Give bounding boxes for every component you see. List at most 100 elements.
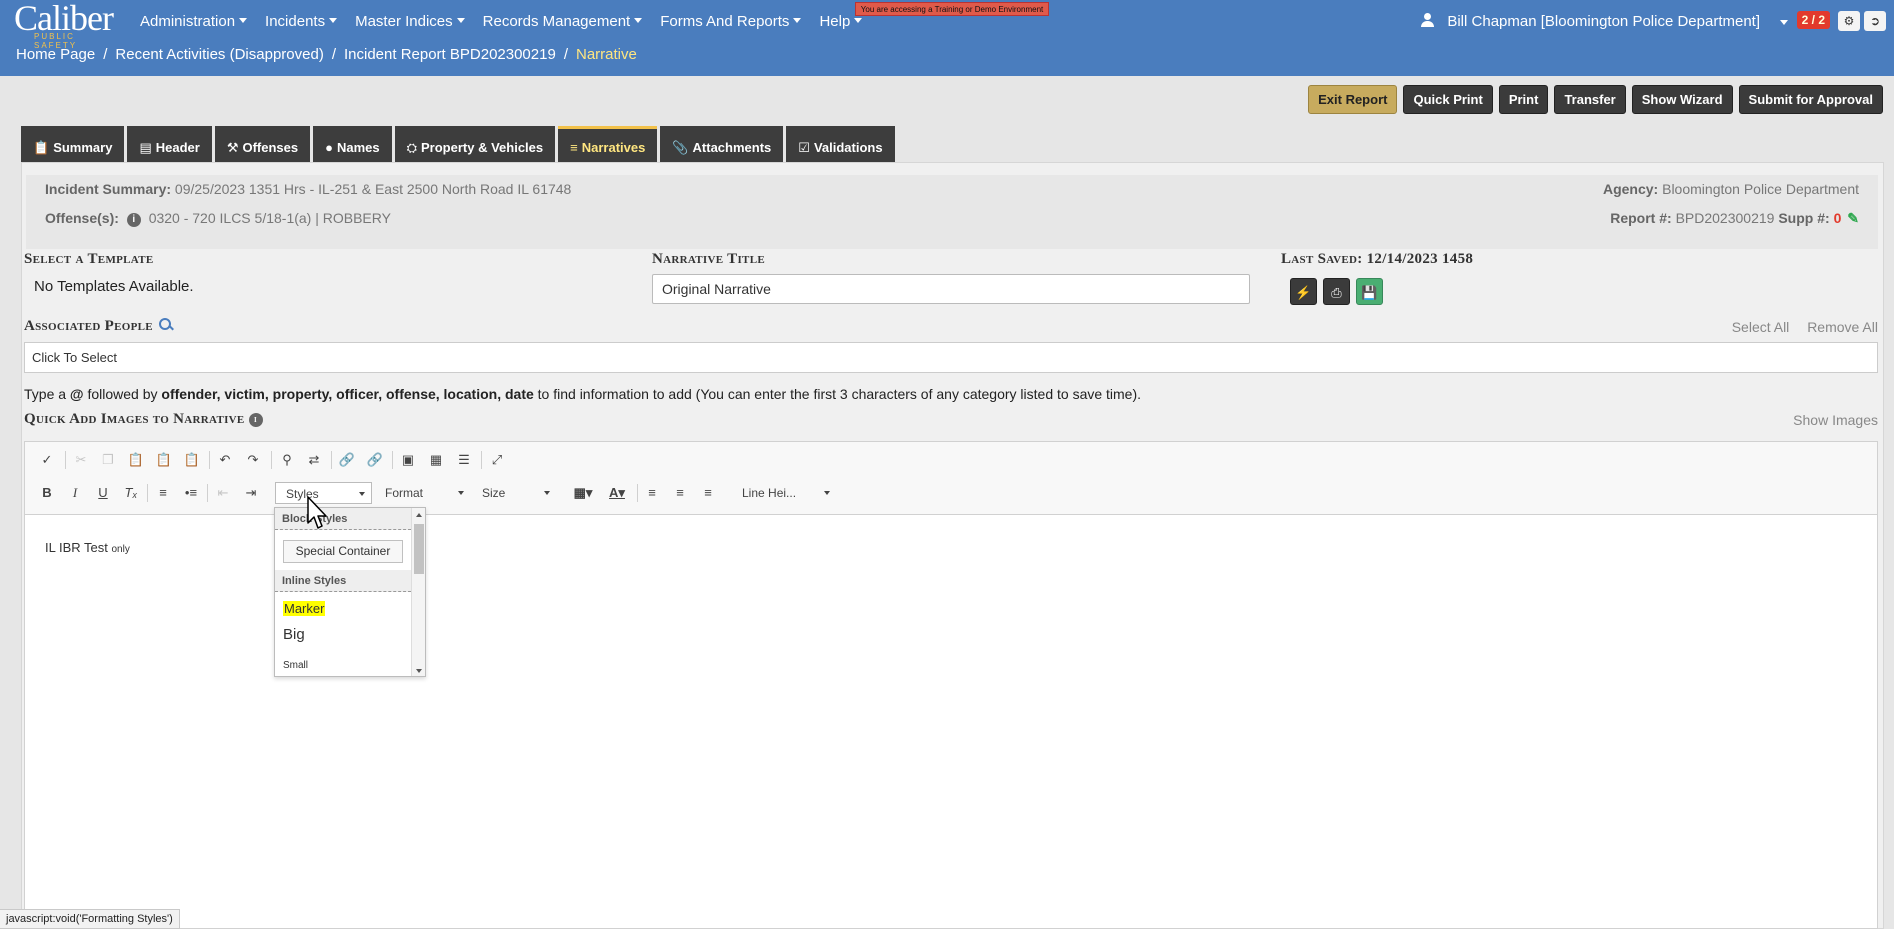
bold-icon[interactable]: B: [37, 483, 57, 503]
last-saved: Last Saved: 12/14/2023 1458: [1281, 251, 1474, 267]
remove-format-icon[interactable]: Tₓ: [121, 483, 141, 503]
print-narrative-icon[interactable]: ⎙: [1323, 278, 1350, 305]
breadcrumb-incident-report[interactable]: Incident Report BPD202300219: [344, 46, 556, 63]
image-icon[interactable]: ▣: [398, 450, 418, 470]
caliber-logo[interactable]: Caliber PUBLIC SAFETY: [14, 0, 120, 50]
remove-all-link[interactable]: Remove All: [1807, 319, 1878, 335]
info-icon[interactable]: i: [126, 213, 141, 227]
text-color-icon[interactable]: A▾: [607, 483, 627, 503]
incident-summary-box: Incident Summary: 09/25/2023 1351 Hrs - …: [26, 175, 1878, 249]
align-right-icon[interactable]: ≡: [698, 483, 718, 503]
browser-status-bar: javascript:void('Formatting Styles'): [0, 909, 180, 929]
scroll-thumb[interactable]: [414, 524, 424, 574]
no-templates-text: No Templates Available.: [34, 278, 194, 295]
nav-administration[interactable]: Administration: [140, 13, 247, 30]
spellcheck-icon[interactable]: ✓: [37, 450, 57, 470]
outdent-icon[interactable]: ⇤: [213, 483, 233, 503]
breadcrumb-home[interactable]: Home Page: [16, 46, 95, 63]
indent-icon[interactable]: ⇥: [241, 483, 261, 503]
incident-summary-value: 09/25/2023 1351 Hrs - IL-251 & East 2500…: [174, 181, 572, 197]
tab-validations[interactable]: ☑ Validations: [786, 126, 895, 162]
exit-report-button[interactable]: Exit Report: [1308, 85, 1398, 114]
associated-people-label: Associated People: [24, 318, 173, 335]
edit-icon[interactable]: ✎: [1847, 210, 1859, 226]
info-icon[interactable]: i: [248, 413, 263, 427]
marker-option[interactable]: Marker: [283, 601, 326, 616]
show-wizard-button[interactable]: Show Wizard: [1631, 85, 1733, 114]
print-button[interactable]: Print: [1498, 85, 1549, 114]
report-number-summary: Report #: BPD202300219 Supp #: 0 ✎: [1610, 210, 1859, 226]
last-saved-value: 12/14/2023 1458: [1366, 251, 1474, 267]
undo-icon[interactable]: ↶: [215, 450, 235, 470]
save-narrative-icon[interactable]: 💾: [1356, 278, 1383, 305]
inline-styles-header: Inline Styles: [275, 570, 411, 592]
align-left-icon[interactable]: ≡: [642, 483, 662, 503]
table-icon[interactable]: ▦: [426, 450, 446, 470]
copy-icon[interactable]: ❐: [98, 450, 118, 470]
nav-records-management[interactable]: Records Management: [483, 13, 643, 30]
user-menu-caret-icon[interactable]: [1780, 20, 1788, 25]
replace-icon[interactable]: ⇄: [304, 450, 324, 470]
user-menu[interactable]: Bill Chapman [Bloomington Police Departm…: [1421, 13, 1760, 30]
search-icon[interactable]: [158, 318, 173, 332]
big-option[interactable]: Big: [283, 626, 305, 643]
line-height-combo[interactable]: Line Hei...: [732, 482, 836, 504]
nav-incidents[interactable]: Incidents: [265, 13, 337, 30]
logout-icon[interactable]: ➲: [1864, 11, 1886, 31]
editor-content[interactable]: IL IBR Test only: [45, 540, 130, 555]
italic-icon[interactable]: I: [65, 483, 85, 503]
tab-header[interactable]: ▤ Header: [127, 126, 212, 162]
special-container-option[interactable]: Special Container: [283, 540, 403, 563]
narrative-title-input[interactable]: Original Narrative: [652, 274, 1250, 304]
format-combo[interactable]: Format: [375, 482, 470, 504]
horizontal-line-icon[interactable]: ☰: [454, 450, 474, 470]
nav-master-indices[interactable]: Master Indices: [355, 13, 465, 30]
incident-summary: Incident Summary: 09/25/2023 1351 Hrs - …: [45, 181, 572, 197]
show-images-link[interactable]: Show Images: [1793, 412, 1878, 428]
breadcrumb-current: Narrative: [575, 46, 637, 63]
paste-icon[interactable]: 📋: [126, 450, 146, 470]
narrative-text: IL IBR Test: [45, 540, 108, 555]
transfer-button[interactable]: Transfer: [1554, 85, 1626, 114]
nav-forms-and-reports[interactable]: Forms And Reports: [660, 13, 801, 30]
report-number-value: BPD202300219: [1675, 210, 1775, 226]
tab-narratives[interactable]: ≡ Narratives: [558, 126, 658, 162]
unlink-icon[interactable]: 🔗: [365, 450, 385, 470]
editor-toolbar: ✓ ✂ ❐ 📋 📋 📋 ↶ ↷ ⚲ ⇄ 🔗 🔗 ▣ ▦ ☰ ⤢ B I U Tₓ…: [25, 442, 1877, 515]
redo-icon[interactable]: ↷: [243, 450, 263, 470]
paste-text-icon[interactable]: 📋: [154, 450, 174, 470]
settings-gear-icon[interactable]: ⚙: [1838, 11, 1860, 31]
underline-icon[interactable]: U: [93, 483, 113, 503]
select-template-label: Select a Template: [24, 251, 154, 267]
breadcrumb-recent-activities[interactable]: Recent Activities (Disapproved): [115, 46, 323, 63]
breadcrumb: Home Page / Recent Activities (Disapproved…: [16, 46, 637, 63]
scroll-up-icon[interactable]: [416, 513, 422, 517]
select-all-link[interactable]: Select All: [1732, 319, 1790, 335]
background-color-icon[interactable]: ▦▾: [573, 483, 593, 503]
link-icon[interactable]: 🔗: [337, 450, 357, 470]
submit-for-approval-button[interactable]: Submit for Approval: [1738, 85, 1883, 114]
tab-attachments[interactable]: 📎 Attachments: [660, 126, 784, 162]
paste-word-icon[interactable]: 📋: [182, 450, 202, 470]
cut-icon[interactable]: ✂: [71, 450, 91, 470]
align-center-icon[interactable]: ≡: [670, 483, 690, 503]
find-icon[interactable]: ⚲: [277, 450, 297, 470]
dropdown-scrollbar[interactable]: [411, 508, 425, 676]
associated-people-input[interactable]: Click To Select: [24, 342, 1878, 373]
tab-property-vehicles[interactable]: ⛭ Property & Vehicles: [394, 126, 556, 162]
maximize-icon[interactable]: ⤢: [487, 450, 507, 470]
supp-number-value: 0: [1833, 210, 1842, 226]
tab-names[interactable]: ● Names: [313, 126, 392, 162]
small-option[interactable]: Small: [283, 660, 308, 671]
bulleted-list-icon[interactable]: •≡: [181, 483, 201, 503]
message-count-badge[interactable]: 2 / 2: [1796, 11, 1830, 29]
block-styles-header: Block Styles: [275, 508, 411, 530]
numbered-list-icon[interactable]: ≡: [153, 483, 173, 503]
quick-print-button[interactable]: Quick Print: [1403, 85, 1493, 114]
size-combo[interactable]: Size: [472, 482, 556, 504]
scroll-down-icon[interactable]: [416, 669, 422, 673]
quick-action-bolt-icon[interactable]: ⚡: [1290, 278, 1317, 305]
tab-offenses[interactable]: ⚒ Offenses: [214, 126, 311, 162]
tab-summary[interactable]: 📋 Summary: [21, 126, 125, 162]
mouse-pointer-icon: [307, 496, 327, 529]
